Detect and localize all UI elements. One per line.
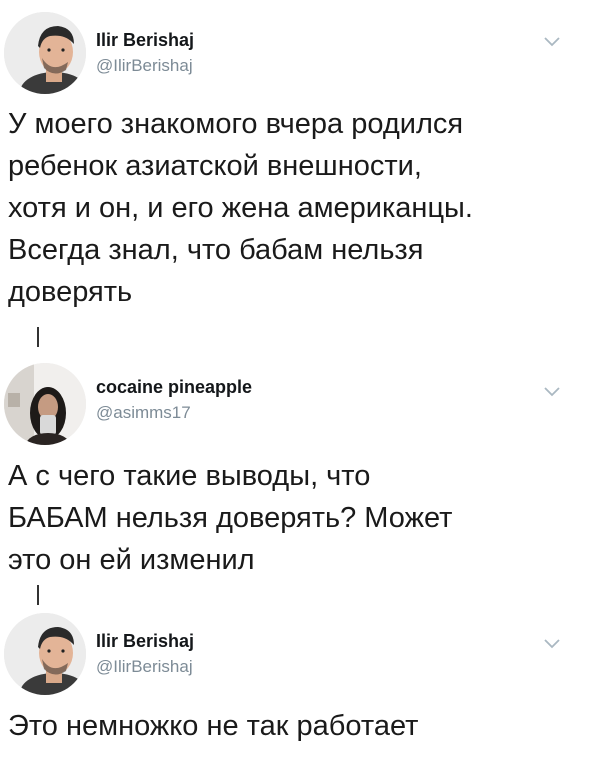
avatar[interactable] xyxy=(4,363,86,445)
avatar[interactable] xyxy=(4,613,86,695)
thread-connector xyxy=(37,327,39,347)
profile-photo-woman-icon xyxy=(4,363,86,445)
author-handle[interactable]: @IlirBerishaj xyxy=(96,56,193,76)
avatar[interactable] xyxy=(4,12,86,94)
tweet-text: У моего знакомого вчера родился ребенок … xyxy=(8,108,473,308)
profile-photo-man-icon xyxy=(4,12,86,94)
chevron-down-icon[interactable] xyxy=(542,636,562,650)
tweet-text: А с чего такие выводы, что БАБАМ нельзя … xyxy=(8,460,453,576)
author-name[interactable]: Ilir Berishaj xyxy=(96,30,194,51)
thread-connector xyxy=(37,585,39,605)
author-name[interactable]: cocaine pineapple xyxy=(96,377,252,398)
tweet-1[interactable]: Ilir Berishaj @IlirBerishaj У моего знак… xyxy=(0,0,600,340)
chevron-down-icon[interactable] xyxy=(542,384,562,398)
chevron-down-icon[interactable] xyxy=(542,34,562,48)
author-name[interactable]: Ilir Berishaj xyxy=(96,631,194,652)
tweet-text: Это немножко не так работает xyxy=(8,710,419,742)
profile-photo-man-icon xyxy=(4,613,86,695)
author-handle[interactable]: @asimms17 xyxy=(96,403,191,423)
author-handle[interactable]: @IlirBerishaj xyxy=(96,657,193,677)
